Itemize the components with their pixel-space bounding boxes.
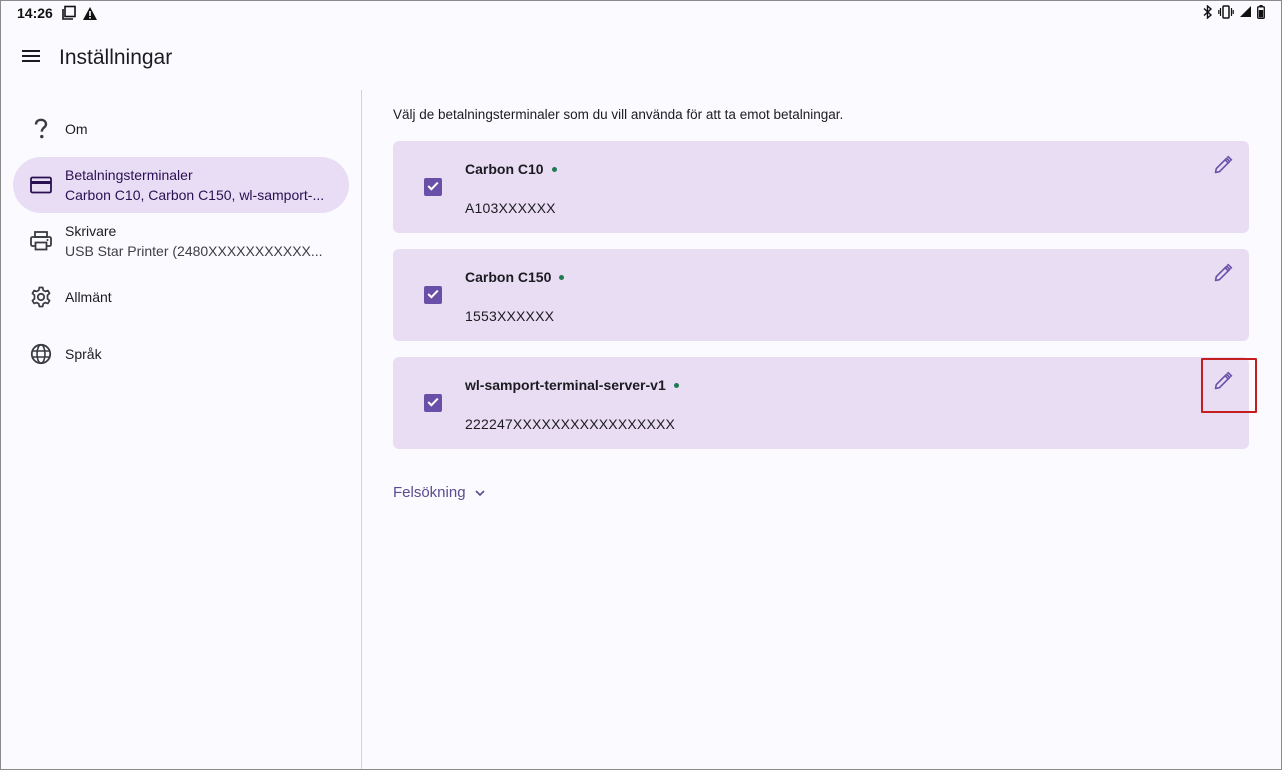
vibrate-icon [1218, 4, 1234, 22]
menu-button[interactable] [16, 43, 46, 73]
page-title: Inställningar [59, 46, 173, 69]
chevron-down-icon [474, 489, 486, 497]
help-icon [29, 117, 53, 141]
terminal-card: Carbon C10 A103XXXXXX [393, 141, 1249, 233]
sidebar-divider [361, 90, 362, 770]
credit-card-icon [29, 173, 53, 197]
terminal-name-text: Carbon C150 [465, 269, 552, 285]
pencil-icon [1213, 263, 1233, 288]
sidebar-item-label: Allmänt [65, 289, 112, 305]
terminal-name: wl-samport-terminal-server-v1 [465, 377, 679, 393]
terminal-serial: 222247XXXXXXXXXXXXXXXXX [465, 416, 676, 432]
sidebar-item-printer[interactable]: Skrivare USB Star Printer (2480XXXXXXXXX… [13, 213, 349, 269]
checkmark-icon [427, 178, 439, 196]
sidebar-item-sublabel: USB Star Printer (2480XXXXXXXXXXX... [65, 243, 323, 259]
edit-terminal-button[interactable] [1197, 141, 1249, 193]
edit-terminal-button[interactable] [1197, 249, 1249, 301]
checkmark-icon [427, 394, 439, 412]
terminal-card: Carbon C150 1553XXXXXX [393, 249, 1249, 341]
status-bar: 14:26 [0, 0, 1282, 26]
sidebar-item-about[interactable]: Om [13, 101, 349, 157]
terminal-serial: A103XXXXXX [465, 200, 556, 216]
globe-icon [29, 342, 53, 366]
terminal-name-text: wl-samport-terminal-server-v1 [465, 377, 666, 393]
settings-sidebar: Om Betalningsterminaler Carbon C10, Carb… [0, 90, 361, 770]
warning-icon [82, 6, 98, 21]
terminal-card: wl-samport-terminal-server-v1 222247XXXX… [393, 357, 1257, 449]
online-status-dot [559, 274, 565, 280]
intro-text: Välj de betalningsterminaler som du vill… [393, 107, 844, 122]
online-status-dot [551, 166, 557, 172]
sidebar-item-sublabel: Carbon C10, Carbon C150, wl-samport-... [65, 187, 325, 203]
online-status-dot [673, 382, 679, 388]
sidebar-item-label: Skrivare [65, 223, 117, 239]
terminal-name: Carbon C150 [465, 269, 565, 285]
bluetooth-icon [1203, 3, 1213, 22]
pencil-icon [1213, 371, 1233, 396]
checkmark-icon [427, 286, 439, 304]
copy-icon [61, 5, 77, 21]
edit-terminal-button[interactable] [1197, 357, 1257, 413]
sidebar-item-label: Betalningsterminaler [65, 167, 193, 183]
signal-icon [1239, 5, 1252, 21]
top-app-bar: Inställningar [0, 30, 1282, 86]
pencil-icon [1213, 155, 1233, 180]
terminal-name: Carbon C10 [465, 161, 557, 177]
troubleshooting-toggle[interactable]: Felsökning [393, 484, 486, 501]
hamburger-menu-icon [21, 49, 41, 68]
troubleshooting-label: Felsökning [393, 484, 466, 501]
sidebar-item-label: Om [65, 121, 88, 137]
sidebar-item-payment-terminals[interactable]: Betalningsterminaler Carbon C10, Carbon … [13, 157, 349, 213]
terminal-checkbox[interactable] [424, 394, 442, 412]
terminal-checkbox[interactable] [424, 286, 442, 304]
terminal-serial: 1553XXXXXX [465, 308, 555, 324]
sidebar-item-language[interactable]: Språk [13, 326, 349, 382]
battery-icon [1257, 4, 1265, 22]
terminal-checkbox[interactable] [424, 178, 442, 196]
printer-icon [29, 229, 53, 253]
gear-icon [29, 285, 53, 309]
status-time: 14:26 [17, 5, 53, 21]
terminal-name-text: Carbon C10 [465, 161, 544, 177]
sidebar-item-general[interactable]: Allmänt [13, 269, 349, 325]
sidebar-item-label: Språk [65, 346, 102, 362]
